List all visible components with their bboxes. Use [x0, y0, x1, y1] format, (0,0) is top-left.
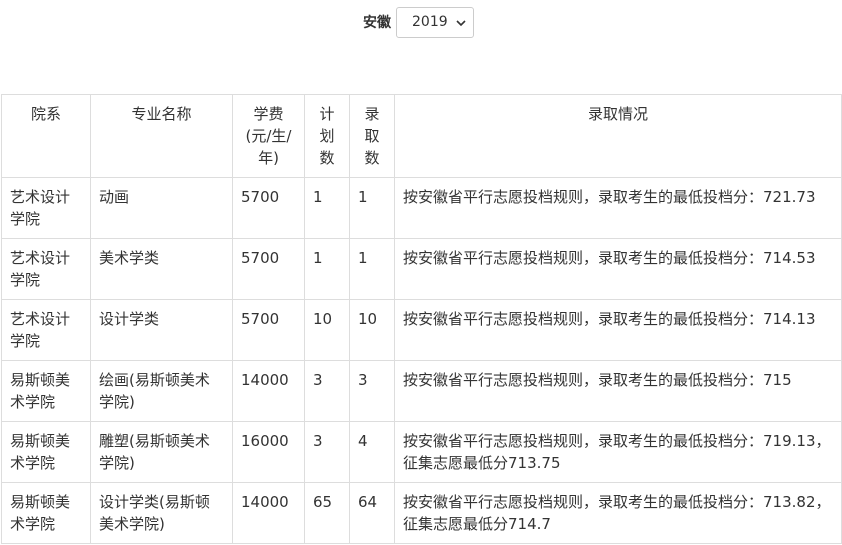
table-row: 艺术设计学院 设计学类 5700 10 10 按安徽省平行志愿投档规则，录取考生…: [1, 299, 842, 361]
cell-major: 设计学类(易斯顿美术学院): [90, 482, 233, 544]
cell-major: 雕塑(易斯顿美术学院): [90, 421, 233, 483]
cell-fee: 5700: [232, 177, 305, 239]
admission-table: 院系 专业名称 学费(元/生/年) 计划数 录取数 录取情况 艺术设计学院 动画…: [1, 94, 842, 544]
header-fee: 学费(元/生/年): [232, 94, 305, 178]
cell-admitted: 1: [349, 177, 395, 239]
cell-status: 按安徽省平行志愿投档规则，录取考生的最低投档分：715: [394, 360, 842, 422]
cell-dept: 艺术设计学院: [1, 177, 91, 239]
cell-admitted: 4: [349, 421, 395, 483]
chevron-down-icon: [456, 20, 466, 27]
cell-major: 美术学类: [90, 238, 233, 300]
table-row: 艺术设计学院 美术学类 5700 1 1 按安徽省平行志愿投档规则，录取考生的最…: [1, 238, 842, 300]
cell-plan: 65: [304, 482, 350, 544]
cell-dept: 易斯顿美术学院: [1, 421, 91, 483]
table-row: 易斯顿美术学院 雕塑(易斯顿美术学院) 16000 3 4 按安徽省平行志愿投档…: [1, 421, 842, 483]
cell-major: 动画: [90, 177, 233, 239]
cell-admitted: 10: [349, 299, 395, 361]
cell-plan: 3: [304, 360, 350, 422]
header-major: 专业名称: [90, 94, 233, 178]
cell-status: 按安徽省平行志愿投档规则，录取考生的最低投档分：714.13: [394, 299, 842, 361]
cell-status: 按安徽省平行志愿投档规则，录取考生的最低投档分：713.82，征集志愿最低分71…: [394, 482, 842, 544]
cell-dept: 易斯顿美术学院: [1, 482, 91, 544]
cell-plan: 3: [304, 421, 350, 483]
cell-status: 按安徽省平行志愿投档规则，录取考生的最低投档分：721.73: [394, 177, 842, 239]
cell-status: 按安徽省平行志愿投档规则，录取考生的最低投档分：714.53: [394, 238, 842, 300]
cell-major: 绘画(易斯顿美术学院): [90, 360, 233, 422]
cell-fee: 14000: [232, 482, 305, 544]
header-status: 录取情况: [394, 94, 842, 178]
header-dept: 院系: [1, 94, 91, 178]
year-select-value: 2019: [412, 14, 448, 30]
cell-major: 设计学类: [90, 299, 233, 361]
cell-plan: 10: [304, 299, 350, 361]
table-header-row: 院系 专业名称 学费(元/生/年) 计划数 录取数 录取情况: [1, 94, 842, 178]
cell-plan: 1: [304, 177, 350, 239]
table-row: 艺术设计学院 动画 5700 1 1 按安徽省平行志愿投档规则，录取考生的最低投…: [1, 177, 842, 239]
table-row: 易斯顿美术学院 绘画(易斯顿美术学院) 14000 3 3 按安徽省平行志愿投档…: [1, 360, 842, 422]
header-admitted: 录取数: [349, 94, 395, 178]
cell-dept: 艺术设计学院: [1, 238, 91, 300]
cell-admitted: 3: [349, 360, 395, 422]
header-plan: 计划数: [304, 94, 350, 178]
cell-admitted: 1: [349, 238, 395, 300]
filter-bar: 安徽 2019: [0, 7, 842, 39]
cell-fee: 14000: [232, 360, 305, 422]
cell-dept: 艺术设计学院: [1, 299, 91, 361]
cell-fee: 16000: [232, 421, 305, 483]
cell-fee: 5700: [232, 299, 305, 361]
cell-admitted: 64: [349, 482, 395, 544]
cell-status: 按安徽省平行志愿投档规则，录取考生的最低投档分：719.13，征集志愿最低分71…: [394, 421, 842, 483]
cell-fee: 5700: [232, 238, 305, 300]
cell-dept: 易斯顿美术学院: [1, 360, 91, 422]
table-row: 易斯顿美术学院 设计学类(易斯顿美术学院) 14000 65 64 按安徽省平行…: [1, 482, 842, 544]
province-label: 安徽: [363, 15, 391, 31]
cell-plan: 1: [304, 238, 350, 300]
year-select[interactable]: 2019: [396, 7, 474, 38]
